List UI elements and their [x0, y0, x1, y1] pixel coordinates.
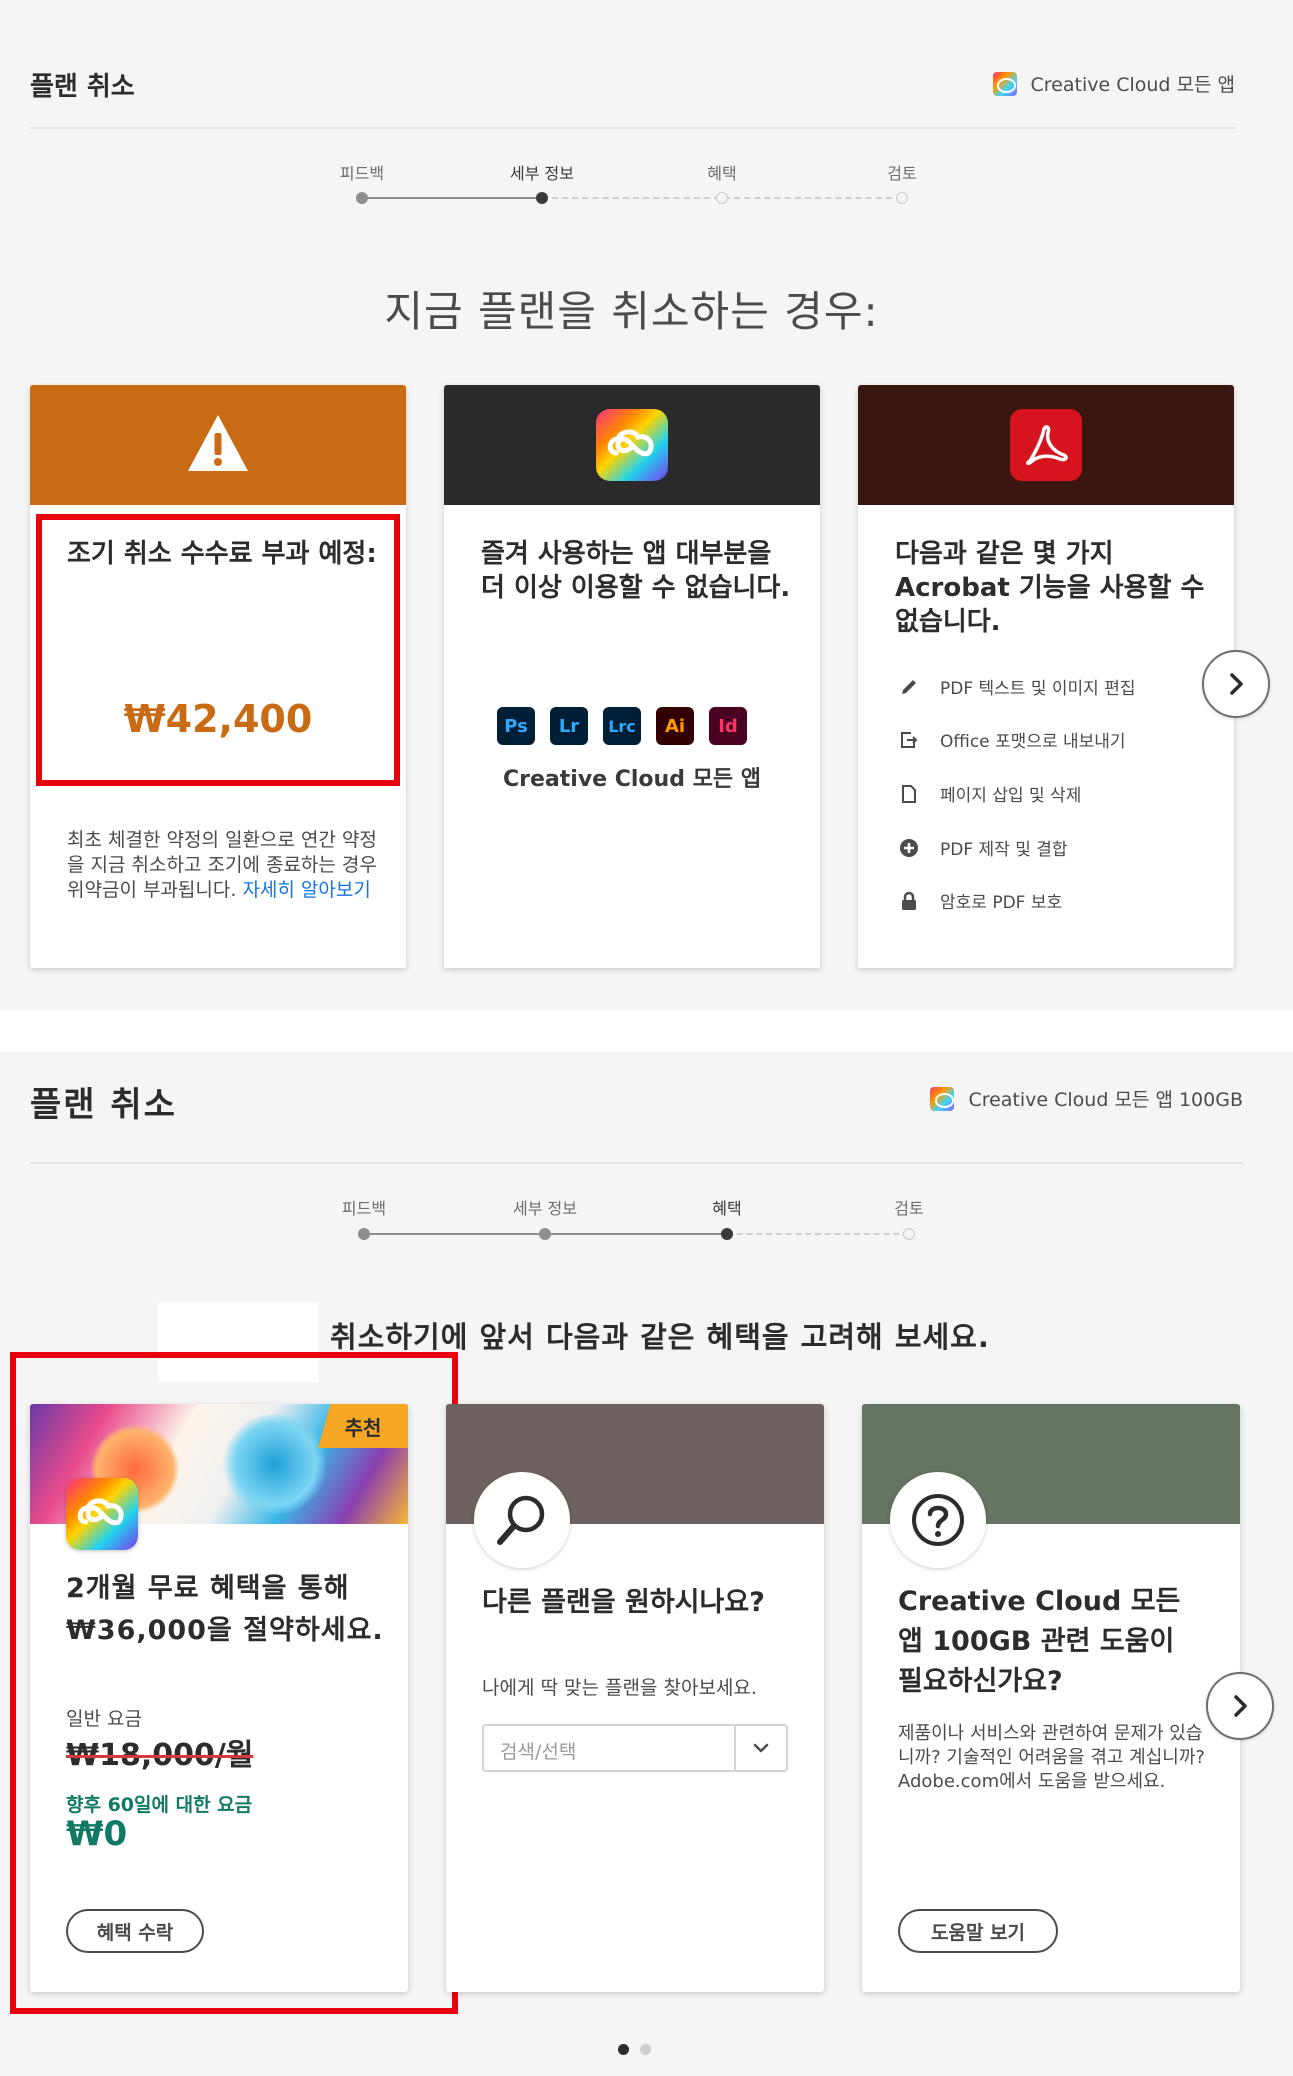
view-help-button[interactable]: 도움말 보기 [898, 1909, 1058, 1953]
question-icon [912, 1494, 964, 1546]
other-plan-title: 다른 플랜을 원하시나요? [482, 1587, 765, 1618]
highlight-box [10, 1352, 458, 2014]
section-heading: 취소하기에 앞서 다음과 같은 혜택을 고려해 보세요. [330, 1320, 990, 1354]
fee-card-header [30, 385, 406, 505]
plus-circle-icon [898, 837, 920, 859]
other-plan-description: 나에게 딱 맞는 플랜을 찾아보세요. [482, 1677, 757, 1699]
step-dot-details [539, 1228, 551, 1240]
acrobat-card: 다음과 같은 몇 가지 Acrobat 기능을 사용할 수 없습니다. PDF … [858, 385, 1234, 968]
cancel-plan-benefits-panel: 플랜 취소 Creative Cloud 모든 앱 100GB 피드백 세부 정… [0, 1052, 1293, 2076]
fee-card-description: 최초 체결한 약정의 일환으로 연간 약정을 지금 취소하고 조기에 종료하는 … [67, 828, 377, 903]
step-dot-benefits [716, 192, 728, 204]
step-connector-pending [727, 1233, 909, 1235]
creative-cloud-icon [596, 409, 668, 481]
pencil-icon [898, 676, 920, 698]
step-dot-review [903, 1228, 915, 1240]
feature-label: PDF 제작 및 결합 [940, 840, 1068, 860]
help-title: Creative Cloud 모든 앱 100GB 관련 도움이 필요하신가요? [898, 1586, 1181, 1697]
creative-cloud-icon [930, 1086, 955, 1111]
indesign-icon: Id [709, 707, 747, 745]
search-icon-badge [474, 1472, 570, 1568]
illustrator-icon: Ai [656, 707, 694, 745]
step-label-review: 검토 [887, 164, 917, 183]
lock-icon [898, 890, 920, 912]
feature-item: PDF 텍스트 및 이미지 편집 [898, 674, 1136, 699]
step-label-feedback: 피드백 [339, 164, 385, 183]
acrobat-icon [1010, 409, 1082, 481]
plan-name-label: Creative Cloud 모든 앱 [992, 70, 1236, 97]
step-label-benefits: 혜택 [707, 164, 737, 183]
warning-icon [188, 415, 248, 471]
apps-card-title: 즐겨 사용하는 앱 대부분을 더 이상 이용할 수 없습니다. [481, 539, 791, 603]
step-dot-feedback [356, 192, 368, 204]
export-icon [898, 729, 920, 751]
acrobat-card-title: 다음과 같은 몇 가지 Acrobat 기능을 사용할 수 없습니다. [895, 539, 1205, 637]
learn-more-link[interactable]: 자세히 알아보기 [242, 879, 370, 901]
step-label-review: 검토 [894, 1199, 924, 1218]
feature-label: 암호로 PDF 보호 [940, 893, 1063, 913]
apps-card-header [444, 385, 820, 505]
step-label-feedback: 피드백 [341, 1199, 387, 1218]
dropdown-toggle[interactable] [734, 1726, 786, 1770]
header-divider [30, 1162, 1243, 1164]
highlight-box [36, 514, 400, 786]
feature-item: Office 포맷으로 내보내기 [898, 727, 1126, 752]
feature-label: 페이지 삽입 및 삭제 [940, 786, 1082, 806]
feature-item: 암호로 PDF 보호 [898, 888, 1062, 913]
acrobat-card-header [858, 385, 1234, 505]
apps-card: 즐겨 사용하는 앱 대부분을 더 이상 이용할 수 없습니다. Ps Lr Lr… [444, 385, 820, 968]
photoshop-icon: Ps [497, 707, 535, 745]
creative-cloud-icon [992, 71, 1017, 96]
step-dot-details [536, 192, 548, 204]
step-dot-benefits [721, 1228, 733, 1240]
lightroom-icon: Lr [550, 707, 588, 745]
other-plan-card: 다른 플랜을 원하시나요? 나에게 딱 맞는 플랜을 찾아보세요. 검색/선택 [446, 1404, 824, 1992]
step-connector [362, 197, 542, 199]
carousel-next-button[interactable] [1202, 650, 1270, 718]
section-heading: 지금 플랜을 취소하는 경우: [384, 287, 879, 336]
chevron-right-icon [1230, 673, 1243, 695]
panel-separator [0, 1010, 1293, 1052]
help-description: 제품이나 서비스와 관련하여 문제가 있습니까? 기술적인 어려움을 겪고 계십… [898, 1723, 1205, 1792]
carousel-next-button[interactable] [1206, 1672, 1274, 1740]
page-title: 플랜 취소 [30, 1085, 177, 1125]
carousel-dot-active[interactable] [618, 2044, 629, 2055]
step-label-benefits: 혜택 [712, 1199, 742, 1218]
search-icon [497, 1495, 545, 1545]
help-card: Creative Cloud 모든 앱 100GB 관련 도움이 필요하신가요?… [862, 1404, 1240, 1992]
page-icon [898, 783, 920, 805]
chevron-right-icon [1234, 1695, 1247, 1717]
feature-label: Office 포맷으로 내보내기 [940, 732, 1126, 752]
feature-item: 페이지 삽입 및 삭제 [898, 781, 1081, 806]
step-dot-review [896, 192, 908, 204]
select-placeholder: 검색/선택 [500, 1741, 577, 1763]
step-label-details: 세부 정보 [513, 1199, 577, 1218]
app-icon-row: Ps Lr Lrc Ai Id [497, 707, 747, 745]
carousel-dot[interactable] [640, 2044, 651, 2055]
plan-name-text: Creative Cloud 모든 앱 [1030, 74, 1236, 96]
step-dot-feedback [358, 1228, 370, 1240]
plan-search-select[interactable]: 검색/선택 [482, 1724, 788, 1772]
cancel-plan-details-panel: 플랜 취소 Creative Cloud 모든 앱 피드백 세부 정보 혜택 검… [0, 0, 1293, 1010]
plan-name-label: Creative Cloud 모든 앱 100GB [930, 1085, 1243, 1112]
chevron-down-icon [753, 1743, 769, 1753]
plan-name-text: Creative Cloud 모든 앱 100GB [968, 1089, 1243, 1111]
apps-caption: Creative Cloud 모든 앱 [503, 767, 761, 792]
step-label-details: 세부 정보 [510, 164, 574, 183]
question-icon-badge [890, 1472, 986, 1568]
header-divider [30, 127, 1235, 129]
feature-item: PDF 제작 및 결합 [898, 835, 1068, 860]
page-title: 플랜 취소 [30, 72, 135, 102]
feature-label: PDF 텍스트 및 이미지 편집 [940, 679, 1136, 699]
lightroom-classic-icon: Lrc [603, 707, 641, 745]
